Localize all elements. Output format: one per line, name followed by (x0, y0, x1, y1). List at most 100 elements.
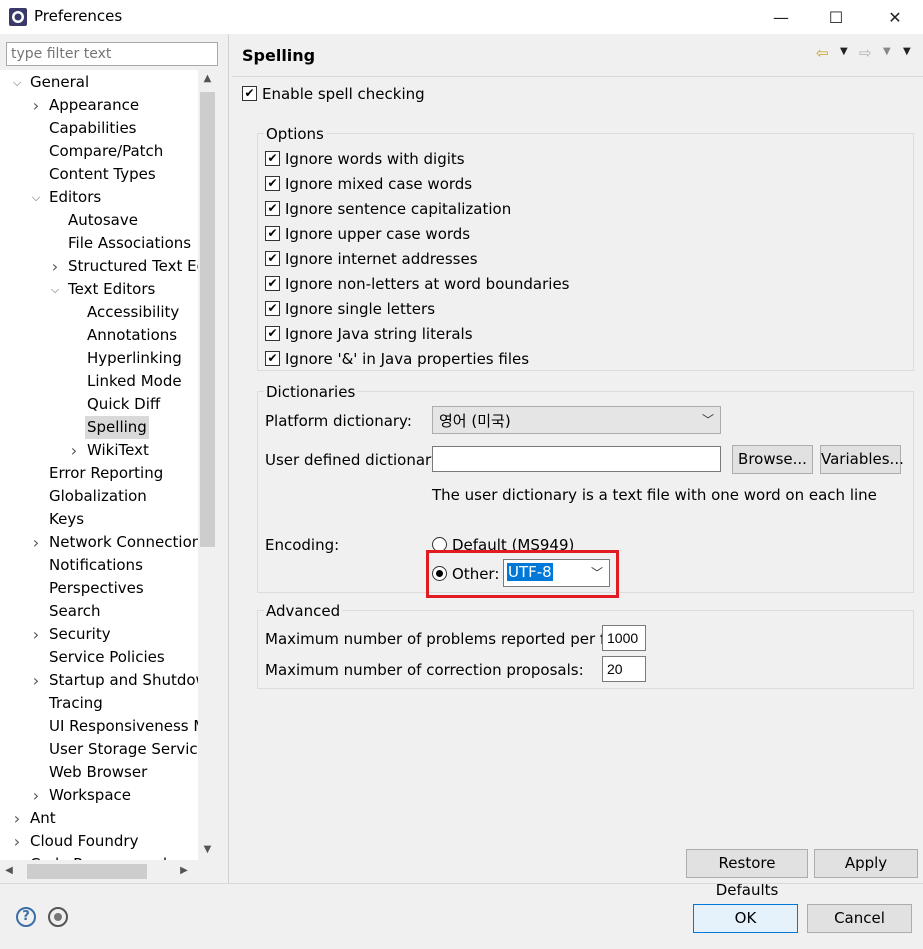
option-checkbox[interactable]: ✔ (265, 151, 280, 166)
option-checkbox[interactable]: ✔ (265, 326, 280, 341)
chevron-down-icon[interactable]: ⌵ (11, 71, 23, 94)
tree-item-label: UI Responsiveness Mc (49, 717, 198, 735)
tree-item-label: Tracing (49, 694, 103, 712)
apply-button[interactable]: Apply (814, 849, 918, 878)
tree-item-label: Perspectives (49, 579, 144, 597)
platform-dictionary-label: Platform dictionary: (265, 412, 412, 430)
chevron-down-icon[interactable]: ⌵ (30, 186, 42, 209)
tree-item-label: Startup and Shutdowr (49, 671, 198, 689)
filter-input[interactable] (6, 42, 218, 66)
forward-dropdown-icon[interactable]: ▼ (883, 46, 891, 57)
maximize-icon: ☐ (828, 7, 844, 27)
tree-item-label: Spelling (85, 416, 149, 439)
minimize-button[interactable]: — (758, 0, 804, 34)
scroll-up-icon[interactable]: ▲ (198, 73, 217, 84)
tree-item-label: Ant (30, 809, 56, 827)
option-label[interactable]: Ignore '&' in Java properties files (285, 350, 529, 368)
scroll-down-icon[interactable]: ▼ (198, 844, 217, 855)
user-dictionary-label: User defined dictionary: (265, 451, 445, 469)
chevron-right-icon[interactable]: › (68, 439, 80, 462)
import-export-dot (54, 913, 62, 921)
pane-divider[interactable] (228, 34, 229, 883)
option-checkbox[interactable]: ✔ (265, 251, 280, 266)
back-arrow-icon[interactable]: ⇦ (816, 44, 829, 62)
preferences-tree: ⌵ General › Appearance Capabilities Compare/P… (0, 70, 198, 860)
ok-button[interactable]: OK (693, 904, 798, 933)
tree-item-label: Accessibility (87, 303, 180, 321)
chevron-right-icon[interactable]: › (30, 669, 42, 692)
option-label[interactable]: Ignore mixed case words (285, 175, 472, 193)
tree-item-label: Notifications (49, 556, 143, 574)
option-label[interactable]: Ignore words with digits (285, 150, 465, 168)
scroll-left-icon[interactable]: ◀ (3, 865, 15, 876)
option-label[interactable]: Ignore single letters (285, 300, 435, 318)
tree-item-label: Annotations (87, 326, 178, 344)
tree-item-label: File Associations (68, 234, 192, 252)
minimize-icon: — (773, 7, 789, 27)
close-button[interactable]: ✕ (872, 0, 918, 34)
tree-item-label: Web Browser (49, 763, 148, 781)
option-checkbox[interactable]: ✔ (265, 301, 280, 316)
tree-item-label: Linked Mode (87, 372, 182, 390)
dictionaries-group-title: Dictionaries (264, 383, 358, 401)
option-label[interactable]: Ignore Java string literals (285, 325, 473, 343)
tree-item-label: Workspace (49, 786, 131, 804)
user-dictionary-input[interactable] (432, 446, 721, 472)
tree-item-label: Network Connections (49, 533, 198, 551)
chevron-right-icon[interactable]: › (11, 830, 23, 853)
option-checkbox[interactable]: ✔ (265, 201, 280, 216)
max-proposals-label: Maximum number of correction proposals: (265, 661, 584, 679)
cancel-button[interactable]: Cancel (807, 904, 912, 933)
option-checkbox[interactable]: ✔ (265, 226, 280, 241)
option-checkbox[interactable]: ✔ (265, 276, 280, 291)
import-export-icon[interactable] (48, 907, 68, 927)
chevron-right-icon[interactable]: › (30, 623, 42, 646)
chevron-down-icon[interactable]: ⌵ (49, 278, 61, 301)
view-menu-icon[interactable]: ▼ (903, 46, 911, 57)
chevron-right-icon[interactable]: › (30, 784, 42, 807)
option-label[interactable]: Ignore non-letters at word boundaries (285, 275, 570, 293)
option-label[interactable]: Ignore sentence capitalization (285, 200, 511, 218)
tree-item-label: Search (49, 602, 101, 620)
chevron-down-icon: ﹀ (701, 413, 714, 427)
eclipse-app-icon (9, 8, 27, 26)
window-title: Preferences (34, 7, 123, 25)
option-checkbox[interactable]: ✔ (265, 351, 280, 366)
maximize-button[interactable]: ☐ (813, 0, 859, 34)
tree-item-label: Cloud Foundry (30, 832, 139, 850)
vertical-scroll-thumb[interactable] (200, 92, 215, 547)
footer-separator (0, 883, 923, 884)
tree-item-label: Keys (49, 510, 85, 528)
browse-button[interactable]: Browse... (732, 445, 813, 474)
tree-item-label: Quick Diff (87, 395, 161, 413)
chevron-right-icon[interactable]: › (30, 531, 42, 554)
max-problems-input[interactable] (602, 625, 646, 651)
option-label[interactable]: Ignore upper case words (285, 225, 470, 243)
chevron-right-icon[interactable]: › (11, 807, 23, 830)
tree-item-label: Security (49, 625, 111, 643)
help-icon[interactable]: ? (16, 907, 36, 927)
back-dropdown-icon[interactable]: ▼ (840, 46, 848, 57)
max-proposals-input[interactable] (602, 656, 646, 682)
platform-dictionary-value: 영어 (미국) (439, 412, 511, 430)
option-checkbox[interactable]: ✔ (265, 176, 280, 191)
chevron-right-icon[interactable]: › (49, 255, 61, 278)
page-title: Spelling (242, 46, 316, 65)
chevron-right-icon[interactable]: › (30, 94, 42, 117)
restore-defaults-button[interactable]: Restore Defaults (686, 849, 808, 899)
enable-spell-checking-label[interactable]: Enable spell checking (262, 85, 425, 103)
tree-item-label: User Storage Service (49, 740, 198, 758)
forward-arrow-icon[interactable]: ⇨ (859, 44, 872, 62)
platform-dictionary-select[interactable]: 영어 (미국) ﹀ (432, 406, 721, 434)
scroll-right-icon[interactable]: ▶ (178, 865, 190, 876)
option-label[interactable]: Ignore internet addresses (285, 250, 478, 268)
tree-item-label: Appearance (49, 96, 140, 114)
enable-spell-checking-checkbox[interactable]: ✔ (242, 86, 257, 101)
tree-item-label: WikiText (87, 441, 149, 459)
max-problems-label: Maximum number of problems reported per … (265, 630, 628, 648)
horizontal-scroll-thumb[interactable] (27, 864, 147, 879)
chevron-right-icon[interactable]: › (11, 853, 23, 860)
tree-item-label: Capabilities (49, 119, 137, 137)
tree-item-label: Service Policies (49, 648, 165, 666)
variables-button[interactable]: Variables... (820, 445, 904, 474)
